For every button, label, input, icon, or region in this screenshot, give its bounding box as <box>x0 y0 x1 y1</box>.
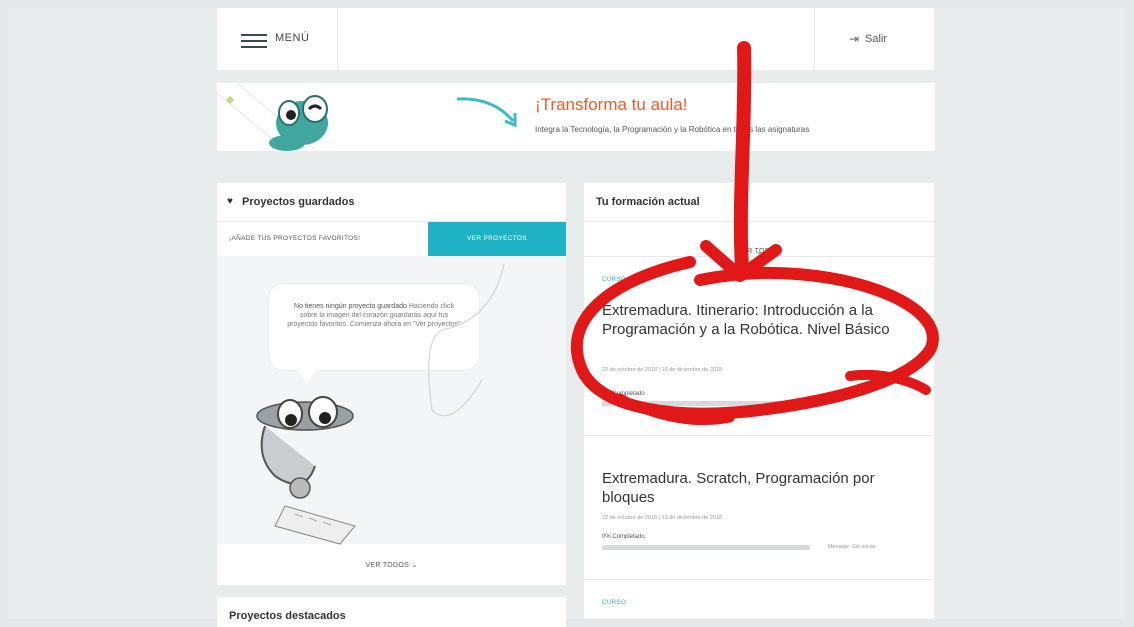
course-title[interactable]: Extremadura. Itinerario: Introducción a … <box>602 301 922 339</box>
banner-title: ¡Transforma tu aula! <box>535 95 688 114</box>
hamburger-icon[interactable] <box>241 34 267 48</box>
see-all-saved-link[interactable]: VER TODOS ⌄ <box>217 561 566 569</box>
saved-projects-footer: VER TODOS ⌄ <box>217 544 566 585</box>
saved-projects-title: Proyectos guardados <box>242 196 355 208</box>
tab-favorites-label: ¡AÑADE TUS PROYECTOS FAVORITOS! <box>229 235 361 242</box>
see-all-saved-label: VER TODOS <box>365 562 410 569</box>
see-projects-label: VER PROYECTOS <box>467 235 527 242</box>
heart-icon: ♥ <box>227 196 233 207</box>
tab-favorites[interactable]: ¡AÑADE TUS PROYECTOS FAVORITOS! <box>217 222 428 256</box>
chevron-down-icon: ⌄ <box>755 249 763 256</box>
course-title[interactable]: Extremadura. Scratch, Programación por b… <box>602 469 922 507</box>
exit-label: Salir <box>865 33 888 45</box>
chevron-down-icon: ⌄ <box>411 562 418 569</box>
training-card: Tu formación actual VER TODOS ⌄ CURSO Ex… <box>584 183 934 619</box>
course-dates: 22 de octubre de 2018 | 19 de diciembre … <box>602 515 723 521</box>
exit-icon: ⇥ <box>849 32 860 46</box>
course-progress-bar <box>602 545 810 550</box>
arrow-icon <box>456 97 517 128</box>
robot-mascot-icon <box>217 83 328 151</box>
robot-mascot-icon <box>256 396 356 545</box>
course-item[interactable]: CURSO <box>584 580 934 619</box>
see-projects-button[interactable]: VER PROYECTOS <box>428 222 566 256</box>
course-progress-label: 0% Completado <box>602 391 645 397</box>
course-status-note: Mensaje: Sin iniciar <box>828 544 876 550</box>
top-bar: MENÚ ⇥ Salir <box>217 8 934 70</box>
menu-label: MENÚ <box>275 32 310 44</box>
promo-banner[interactable]: ¡Transforma tu aula! Integra la Tecnolog… <box>217 83 935 151</box>
featured-projects-title: Proyectos destacados <box>229 610 346 622</box>
banner-subtitle: Integra la Tecnología, la Programación y… <box>535 125 810 134</box>
training-title: Tu formación actual <box>596 196 700 208</box>
course-type: CURSO <box>602 277 627 283</box>
exit-button[interactable]: ⇥ Salir <box>814 8 934 70</box>
course-progress-label: 0% Completado <box>602 534 645 540</box>
saved-projects-card: ♥ Proyectos guardados ¡AÑADE TUS PROYECT… <box>217 183 566 585</box>
saved-projects-header: ♥ Proyectos guardados <box>217 183 566 222</box>
course-dates: 22 de octubre de 2018 | 19 de diciembre … <box>602 367 723 373</box>
course-progress-bar <box>602 401 810 406</box>
featured-projects-card: Proyectos destacados <box>217 597 566 627</box>
see-all-training-link[interactable]: VER TODOS ⌄ <box>584 222 934 257</box>
course-item[interactable]: CURSO Extremadura. Itinerario: Introducc… <box>584 257 934 436</box>
course-item[interactable]: Extremadura. Scratch, Programación por b… <box>584 436 934 580</box>
curved-arrow-icon <box>428 263 505 417</box>
empty-title: No tienes ningún proyecto guardado <box>294 303 407 310</box>
empty-state: No tienes ningún proyecto guardado Hacie… <box>217 256 566 545</box>
bubble-tail <box>297 368 317 384</box>
menu-button[interactable]: MENÚ <box>217 8 338 70</box>
course-type: CURSO <box>602 600 627 606</box>
training-header: Tu formación actual <box>584 183 934 222</box>
